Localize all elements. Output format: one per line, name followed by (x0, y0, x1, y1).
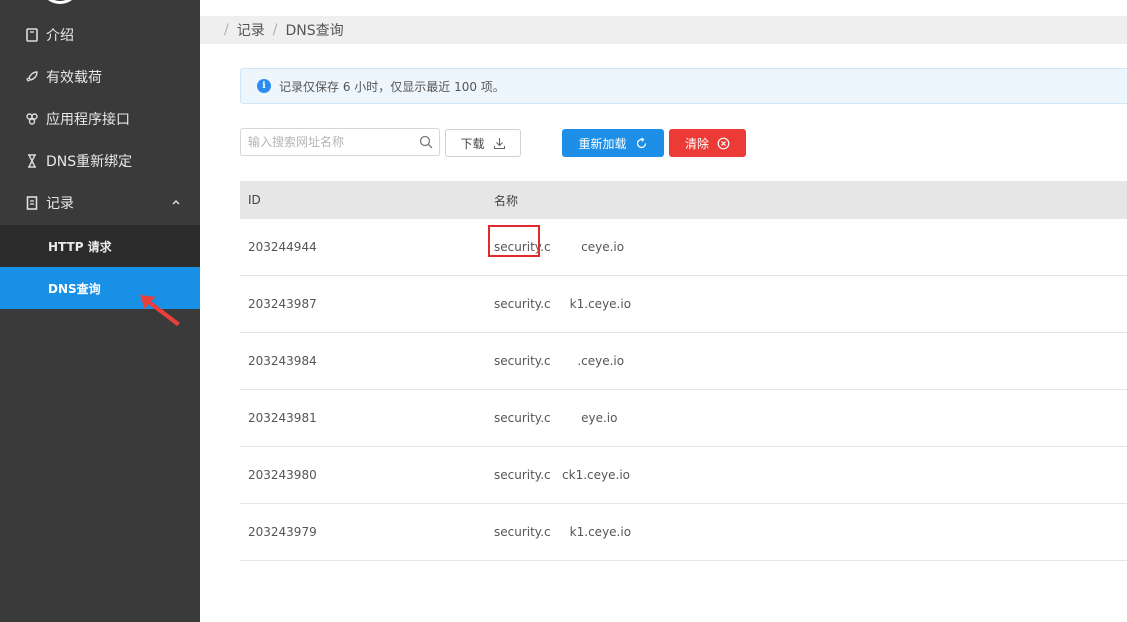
download-label: 下载 (460, 136, 485, 151)
sidebar-item-label: 记录 (46, 196, 74, 212)
logo (40, 0, 80, 4)
table-header: ID 名称 (240, 181, 1127, 219)
refresh-icon (635, 137, 648, 150)
table-row: 203243981 security.c eye.io (240, 390, 1127, 447)
column-header-id: ID (248, 193, 261, 207)
download-icon (493, 137, 506, 150)
breadcrumb-separator: / (272, 22, 278, 38)
api-icon (24, 111, 40, 127)
cell-name: security.c k1.ceye.io (494, 525, 632, 539)
sidebar-item-dns-rebinding[interactable]: DNS重新绑定 (0, 140, 200, 182)
sidebar-item-intro[interactable]: 介绍 (0, 14, 200, 56)
chevron-up-icon[interactable] (170, 196, 182, 208)
sidebar-subitem-label: HTTP 请求 (48, 239, 112, 254)
sidebar: 介绍 有效载荷 应用程序接口 DNS重新绑定 记录 HTTP 请求 DNS查询 (0, 0, 200, 622)
cell-name: security.c ck1.ceye.io (494, 468, 631, 482)
column-header-name: 名称 (494, 193, 519, 208)
sidebar-item-label: 应用程序接口 (46, 112, 130, 128)
clear-label: 清除 (684, 136, 709, 151)
clear-button[interactable]: 清除 (669, 129, 746, 157)
close-circle-icon (717, 137, 730, 150)
table-row: 203244944 security.c ceye.io (240, 219, 1127, 276)
sidebar-item-records[interactable]: 记录 (0, 182, 200, 224)
reload-button[interactable]: 重新加载 (562, 129, 664, 157)
breadcrumb: / 记录 / DNS查询 (200, 16, 1127, 44)
breadcrumb-separator: / (224, 22, 229, 38)
sidebar-item-label: 有效载荷 (46, 70, 102, 86)
records-table: ID 名称 203244944 security.c ceye.io 20324… (240, 181, 1127, 561)
table-row: 203243980 security.c ck1.ceye.io (240, 447, 1127, 504)
sidebar-subitem-label: DNS查询 (48, 281, 101, 296)
info-icon: i (257, 79, 271, 93)
cell-id: 203243984 (248, 354, 317, 368)
search-field (240, 128, 440, 156)
sidebar-item-api[interactable]: 应用程序接口 (0, 98, 200, 140)
sidebar-item-payloads[interactable]: 有效载荷 (0, 56, 200, 98)
cell-id: 203243980 (248, 468, 317, 482)
download-button[interactable]: 下载 (445, 129, 521, 157)
annotation-arrow-icon (140, 295, 180, 326)
hourglass-icon (24, 153, 40, 169)
cell-id: 203243987 (248, 297, 317, 311)
cell-name: security.c k1.ceye.io (494, 297, 632, 311)
records-icon (24, 195, 40, 211)
breadcrumb-item-records[interactable]: 记录 (237, 20, 265, 40)
breadcrumb-item-dns: DNS查询 (285, 23, 344, 39)
info-alert: i 记录仅保存 6 小时，仅显示最近 100 项。 (240, 68, 1127, 104)
table-row: 203243979 security.c k1.ceye.io (240, 504, 1127, 561)
alert-text: 记录仅保存 6 小时，仅显示最近 100 项。 (279, 79, 505, 94)
annotation-highlight-box (488, 225, 540, 257)
reload-label: 重新加载 (578, 136, 627, 151)
sidebar-item-label: DNS重新绑定 (46, 154, 133, 170)
sidebar-item-label: 介绍 (46, 28, 74, 44)
cell-id: 203244944 (248, 240, 317, 254)
table-row: 203243987 security.c k1.ceye.io (240, 276, 1127, 333)
book-icon (24, 27, 40, 43)
cell-id: 203243981 (248, 411, 317, 425)
rocket-icon (24, 69, 40, 85)
cell-name: security.c .ceye.io (494, 354, 625, 368)
search-input[interactable] (248, 135, 408, 149)
table-row: 203243984 security.c .ceye.io (240, 333, 1127, 390)
cell-name: security.c eye.io (494, 411, 618, 425)
search-icon[interactable] (419, 135, 433, 149)
cell-id: 203243979 (248, 525, 317, 539)
sidebar-subitem-http[interactable]: HTTP 请求 (0, 225, 200, 267)
